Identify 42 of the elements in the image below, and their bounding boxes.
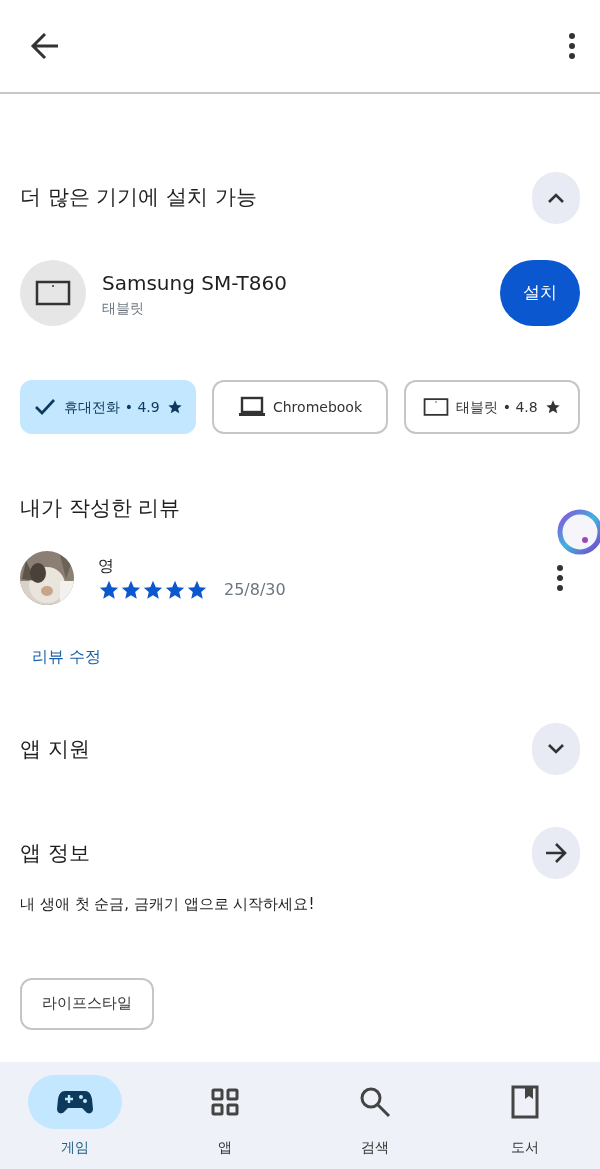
nav-tab[interactable]: 도서 <box>470 1074 580 1169</box>
arrow-right-icon <box>544 842 568 865</box>
star-icon <box>164 579 186 602</box>
chevron-up-icon <box>547 192 565 204</box>
section-title: 더 많은 기기에 설치 가능 <box>20 185 257 211</box>
more-options-button[interactable] <box>556 564 564 593</box>
apps-grid-icon <box>211 1088 239 1116</box>
section-title: 앱 지원 <box>20 736 90 762</box>
assistant-bubble-icon[interactable] <box>556 508 600 556</box>
more-options-button[interactable] <box>568 32 576 60</box>
star-icon <box>166 398 183 416</box>
nav-tab[interactable]: 게임 <box>20 1074 130 1169</box>
back-button[interactable] <box>30 32 60 60</box>
device-chip[interactable]: Chromebook <box>212 380 388 434</box>
section-title: 내가 작성한 리뷰 <box>20 496 182 522</box>
star-icon <box>186 579 208 602</box>
section-title: 앱 정보 <box>20 840 90 866</box>
expand-button[interactable] <box>532 723 580 776</box>
star-icon <box>544 398 561 416</box>
category-chip[interactable]: 라이프스타일 <box>20 977 154 1030</box>
app-description: 내 생애 첫 순금, 금캐기 앱으로 시작하세요! <box>20 894 316 916</box>
star-icon <box>142 579 164 602</box>
laptop-icon <box>237 396 266 418</box>
device-chip[interactable]: 태블릿 • 4.8 <box>404 380 580 434</box>
device-name: Samsung SM-T860 <box>102 269 288 297</box>
tablet-icon <box>423 397 450 417</box>
star-icon <box>120 579 142 602</box>
device-chip[interactable]: 휴대전화 • 4.9 <box>20 380 196 434</box>
edit-review-link[interactable]: 리뷰 수정 <box>20 647 102 667</box>
nav-tab[interactable]: 앱 <box>170 1074 280 1169</box>
device-type: 태블릿 <box>102 298 145 318</box>
search-icon <box>359 1086 391 1118</box>
star-icon <box>98 579 120 602</box>
install-button[interactable]: 설치 <box>500 260 580 326</box>
gamepad-icon <box>57 1089 93 1115</box>
nav-tab[interactable]: 검색 <box>320 1074 430 1169</box>
chevron-down-icon <box>547 743 565 756</box>
review-date: 25/8/30 <box>224 579 286 602</box>
author-name: 영 <box>98 555 115 578</box>
bookmark-book-icon <box>511 1085 539 1119</box>
collapse-button[interactable] <box>532 172 580 224</box>
arrow-button[interactable] <box>532 827 580 880</box>
